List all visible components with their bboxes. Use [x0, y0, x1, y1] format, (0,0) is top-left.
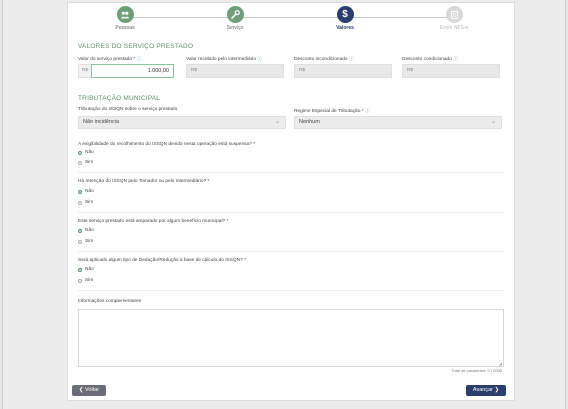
info-complementares-label: Informações complementares: [78, 299, 142, 304]
divider: [78, 290, 504, 291]
valor-intermediario-input[interactable]: R$: [186, 64, 284, 78]
radio-deducao-sim[interactable]: Sim: [78, 278, 93, 283]
radio-button[interactable]: [78, 239, 82, 244]
radio-button[interactable]: [78, 200, 82, 205]
radio-label: Sim: [85, 160, 94, 165]
dollar-icon: $: [336, 6, 354, 23]
radio-beneficio-sim[interactable]: Sim: [78, 239, 93, 244]
info-icon[interactable]: ⓘ: [257, 57, 262, 62]
radio-suspensa-sim[interactable]: Sim: [78, 160, 93, 165]
browser-frame: Pessoas Serviço $ Valores Emitir NFS-e V…: [2, 0, 566, 409]
radio-label: Não: [85, 150, 94, 155]
step-label: Serviço: [226, 25, 244, 31]
desconto-incondicionado-input[interactable]: R$: [294, 64, 392, 78]
form-card: Pessoas Serviço $ Valores Emitir NFS-e V…: [67, 2, 515, 401]
info-icon[interactable]: ⓘ: [365, 109, 370, 114]
stepper: Pessoas Serviço $ Valores Emitir NFS-e: [68, 6, 514, 36]
radio-label: Não: [85, 228, 94, 233]
people-icon: [116, 6, 134, 23]
step-label: Pessoas: [115, 25, 135, 31]
regime-value: Nenhum: [299, 119, 320, 125]
radio-label: Sim: [85, 239, 94, 244]
radio-button[interactable]: [78, 267, 82, 272]
radio-deducao-nao[interactable]: Não: [78, 267, 94, 272]
regime-select[interactable]: Nenhum ⌄: [294, 116, 502, 129]
radio-button[interactable]: [78, 189, 82, 194]
radio-label: Não: [85, 267, 94, 272]
issqn-label: Tributação do ISSQN sobre o serviço pres…: [78, 107, 178, 112]
radio-label: Sim: [85, 278, 94, 283]
wrench-icon: [226, 6, 244, 23]
info-icon[interactable]: ⓘ: [137, 57, 142, 62]
radio-label: Sim: [85, 200, 94, 205]
divider: [78, 251, 504, 252]
desconto-incondicionado-label: Desconto incondicionado ⓘ: [294, 57, 354, 62]
chevron-down-icon: ⌄: [490, 119, 496, 125]
valor-servico-label: Valor do serviço prestado * ⓘ: [78, 57, 142, 62]
radio-beneficio-nao[interactable]: Não: [78, 228, 94, 233]
question-beneficio: Este serviço prestado está amparado por …: [78, 219, 229, 224]
currency-prefix: R$: [81, 68, 89, 73]
info-icon[interactable]: ⓘ: [349, 57, 354, 62]
radio-button[interactable]: [78, 160, 82, 165]
char-counter: Total de caracteres: 0 / 2000: [451, 368, 502, 373]
resize-grip-icon[interactable]: ◢: [499, 361, 502, 366]
valor-servico-input[interactable]: 1.000,00: [91, 64, 174, 78]
radio-button[interactable]: [78, 278, 82, 283]
section-title-valores: VALORES DO SERVIÇO PRESTADO: [78, 43, 194, 50]
section-title-tributacao: TRIBUTAÇÃO MUNICIPAL: [78, 95, 161, 102]
back-button[interactable]: ❮ Voltar: [72, 385, 106, 396]
chevron-down-icon: ⌄: [274, 119, 280, 125]
question-suspensa: A exigibilidade do recolhimento do ISSQN…: [78, 142, 256, 147]
step-valores[interactable]: $ Valores: [315, 6, 375, 31]
step-pessoas[interactable]: Pessoas: [95, 6, 155, 31]
issqn-select[interactable]: Não incidência ⌄: [78, 116, 286, 129]
divider: [78, 212, 504, 213]
radio-button[interactable]: [78, 228, 82, 233]
document-icon: [445, 6, 463, 23]
radio-retencao-nao[interactable]: Não: [78, 189, 94, 194]
step-servico[interactable]: Serviço: [205, 6, 265, 31]
step-label: Valores: [336, 25, 354, 31]
valor-servico-field: R$ 1.000,00: [78, 64, 174, 78]
info-icon[interactable]: ⓘ: [453, 57, 458, 62]
radio-suspensa-nao[interactable]: Não: [78, 150, 94, 155]
question-retencao: Há retenção do ISSQN pelo Tomador ou pel…: [78, 179, 210, 184]
valor-intermediario-label: Valor recebido pelo intermediário ⓘ: [186, 57, 263, 62]
desconto-condicionado-label: Desconto condicionado ⓘ: [402, 57, 459, 62]
radio-retencao-sim[interactable]: Sim: [78, 200, 93, 205]
radio-label: Não: [85, 189, 94, 194]
regime-label: Regime Especial de Tributação * ⓘ: [294, 109, 370, 114]
info-complementares-textarea[interactable]: ◢: [78, 309, 504, 367]
issqn-value: Não incidência: [83, 119, 120, 125]
desconto-condicionado-input[interactable]: R$: [402, 64, 500, 78]
radio-button[interactable]: [78, 150, 82, 155]
divider: [78, 172, 504, 173]
step-label: Emitir NFS-e: [439, 25, 469, 31]
question-deducao: Será aplicado algum tipo de Dedução/Redu…: [78, 258, 246, 263]
next-button[interactable]: Avançar ❯: [466, 385, 506, 396]
step-emitir: Emitir NFS-e: [424, 6, 484, 31]
